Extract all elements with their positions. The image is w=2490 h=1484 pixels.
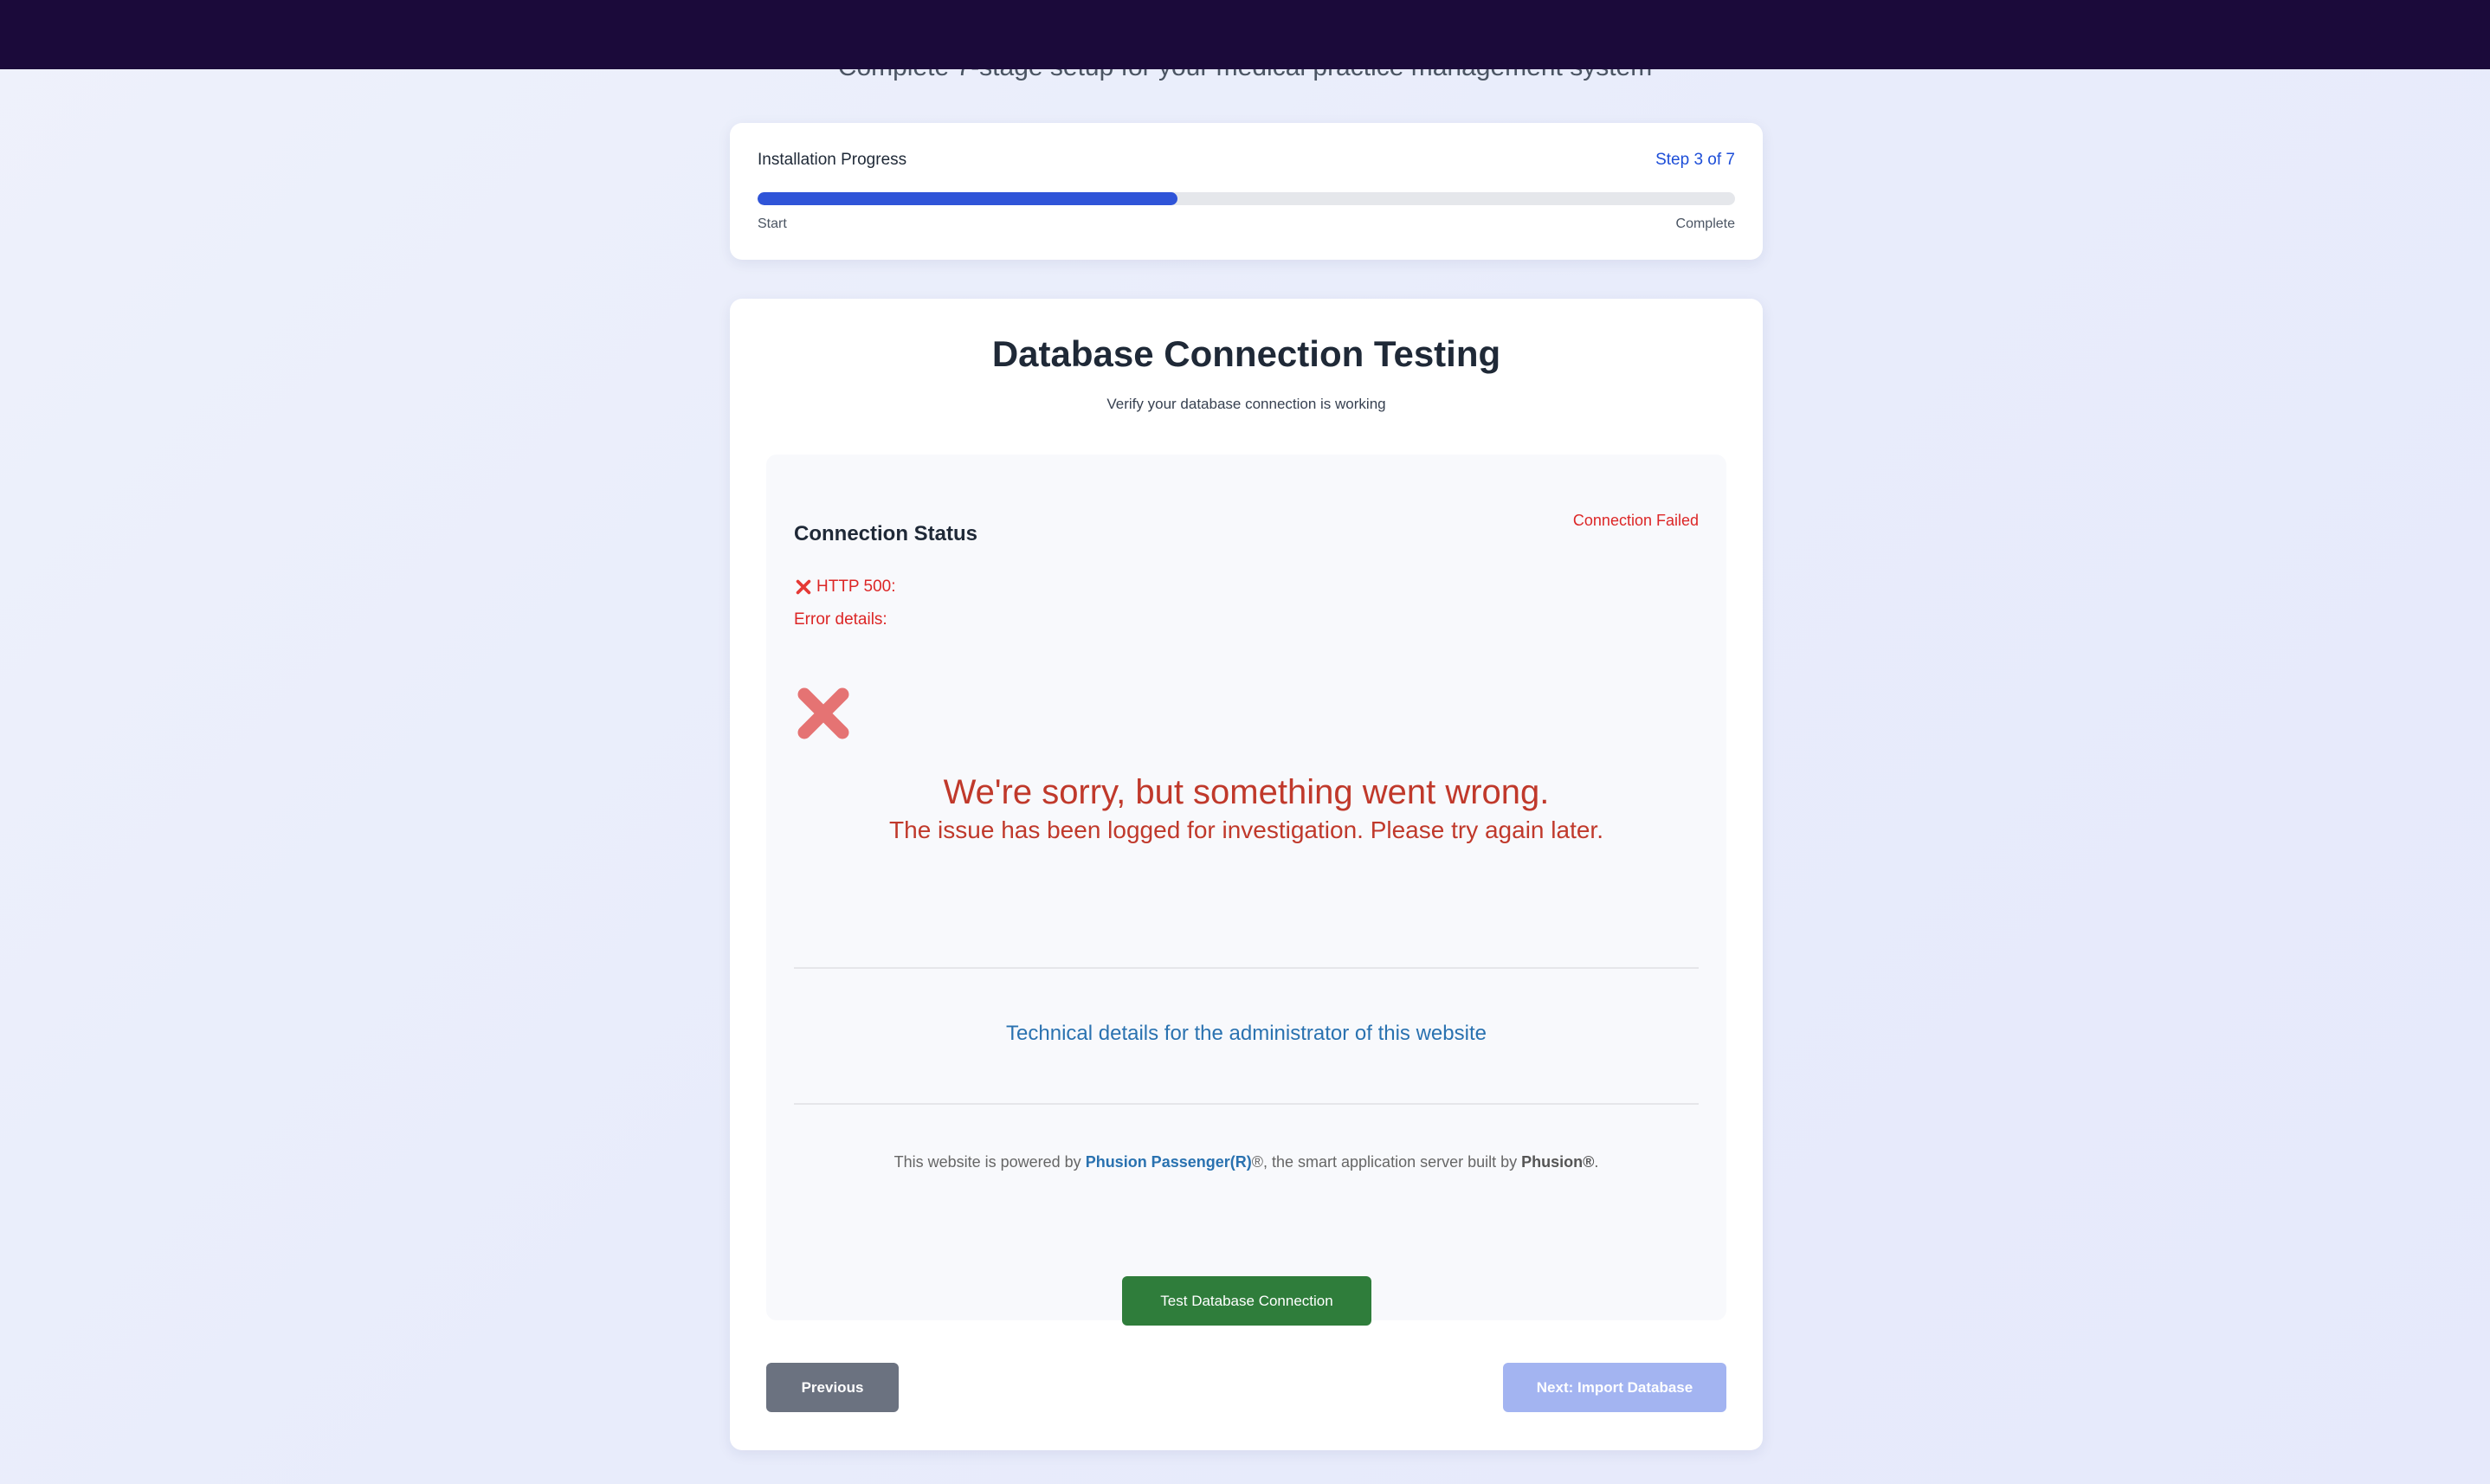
page-description: Verify your database connection is worki… [1106, 396, 1386, 412]
divider [794, 967, 1699, 969]
powered-middle: ®, the smart application server built by [1251, 1153, 1522, 1171]
error-sorry-subtitle: The issue has been logged for investigat… [889, 816, 1603, 843]
glasses-icon [2258, 24, 2293, 42]
passenger-link[interactable]: Phusion Passenger(R) [1086, 1153, 1252, 1171]
sidebar-toggle-icon[interactable] [2191, 17, 2226, 52]
connection-status-panel: Connection Status Connection Failed HTTP… [766, 455, 1726, 1320]
http-error-text: HTTP 500: [816, 577, 896, 596]
technical-details-link[interactable]: Technical details for the administrator … [766, 1022, 1726, 1046]
brave-shields-icon[interactable] [1775, 17, 1808, 50]
site-settings-icon[interactable] [246, 17, 279, 50]
zoom-icon[interactable] [1711, 17, 1744, 50]
update-label: Update [2355, 18, 2436, 47]
urlbar-divider [1756, 21, 1758, 47]
page-title: Database Connection Testing [991, 333, 1501, 374]
extensions-puzzle-icon[interactable] [1902, 17, 1937, 52]
error-sorry-title: We're sorry, but something went wrong. [943, 773, 1550, 811]
progress-label: Installation Progress [758, 151, 907, 169]
powered-suffix: . [1594, 1153, 1599, 1171]
installation-progress-card: Installation Progress Step 3 of 7 Start … [730, 123, 1763, 260]
progress-fill [758, 192, 1178, 205]
error-x-icon [794, 577, 816, 597]
url-text[interactable]: opt.vivaindia.com/install.html [300, 19, 635, 48]
powered-by-footer: This website is powered by Phusion Passe… [766, 1153, 1726, 1171]
progress-step-indicator: Step 3 of 7 [1655, 151, 1735, 169]
toolbar-divider [2009, 21, 2011, 48]
test-connection-button[interactable]: Test Database Connection [1122, 1276, 1371, 1326]
status-badge: Connection Failed [1572, 512, 1699, 529]
error-details-label: Error details: [794, 610, 887, 629]
powered-prefix: This website is powered by [893, 1153, 1086, 1171]
previous-button[interactable]: Previous [766, 1363, 899, 1412]
progress-track [758, 192, 1735, 205]
vpn-extension-icon[interactable] [1849, 17, 1884, 52]
page-subtitle: Complete 7-stage setup for your medical … [837, 53, 1653, 81]
url-host: opt.vivaindia.com [300, 19, 504, 48]
media-music-icon[interactable] [2140, 17, 2175, 52]
progress-start-label: Start [758, 216, 787, 231]
connection-status-heading: Connection Status [794, 522, 978, 545]
http-error-line: HTTP 500: [794, 577, 896, 597]
page-search-icon[interactable] [1954, 17, 1989, 52]
large-error-x-icon [794, 684, 853, 743]
next-import-database-button[interactable]: Next: Import Database [1503, 1363, 1726, 1412]
progress-end-label: Complete [1675, 216, 1735, 231]
private-windows-button[interactable]: 2 [2244, 10, 2331, 55]
bookmark-icon[interactable] [173, 14, 215, 55]
speedreader-icon[interactable] [2088, 17, 2123, 52]
url-path: /install.html [503, 19, 635, 48]
divider [794, 1103, 1699, 1105]
hamburger-menu-icon [2438, 23, 2466, 45]
downloads-icon[interactable] [2036, 17, 2071, 52]
forward-icon[interactable] [69, 14, 111, 55]
private-windows-count: 2 [2303, 19, 2317, 46]
phusion-company: Phusion® [1521, 1153, 1595, 1171]
database-test-card: Database Connection Testing Verify your … [730, 299, 1763, 1450]
reload-icon[interactable] [121, 14, 163, 55]
back-icon[interactable] [17, 14, 59, 55]
